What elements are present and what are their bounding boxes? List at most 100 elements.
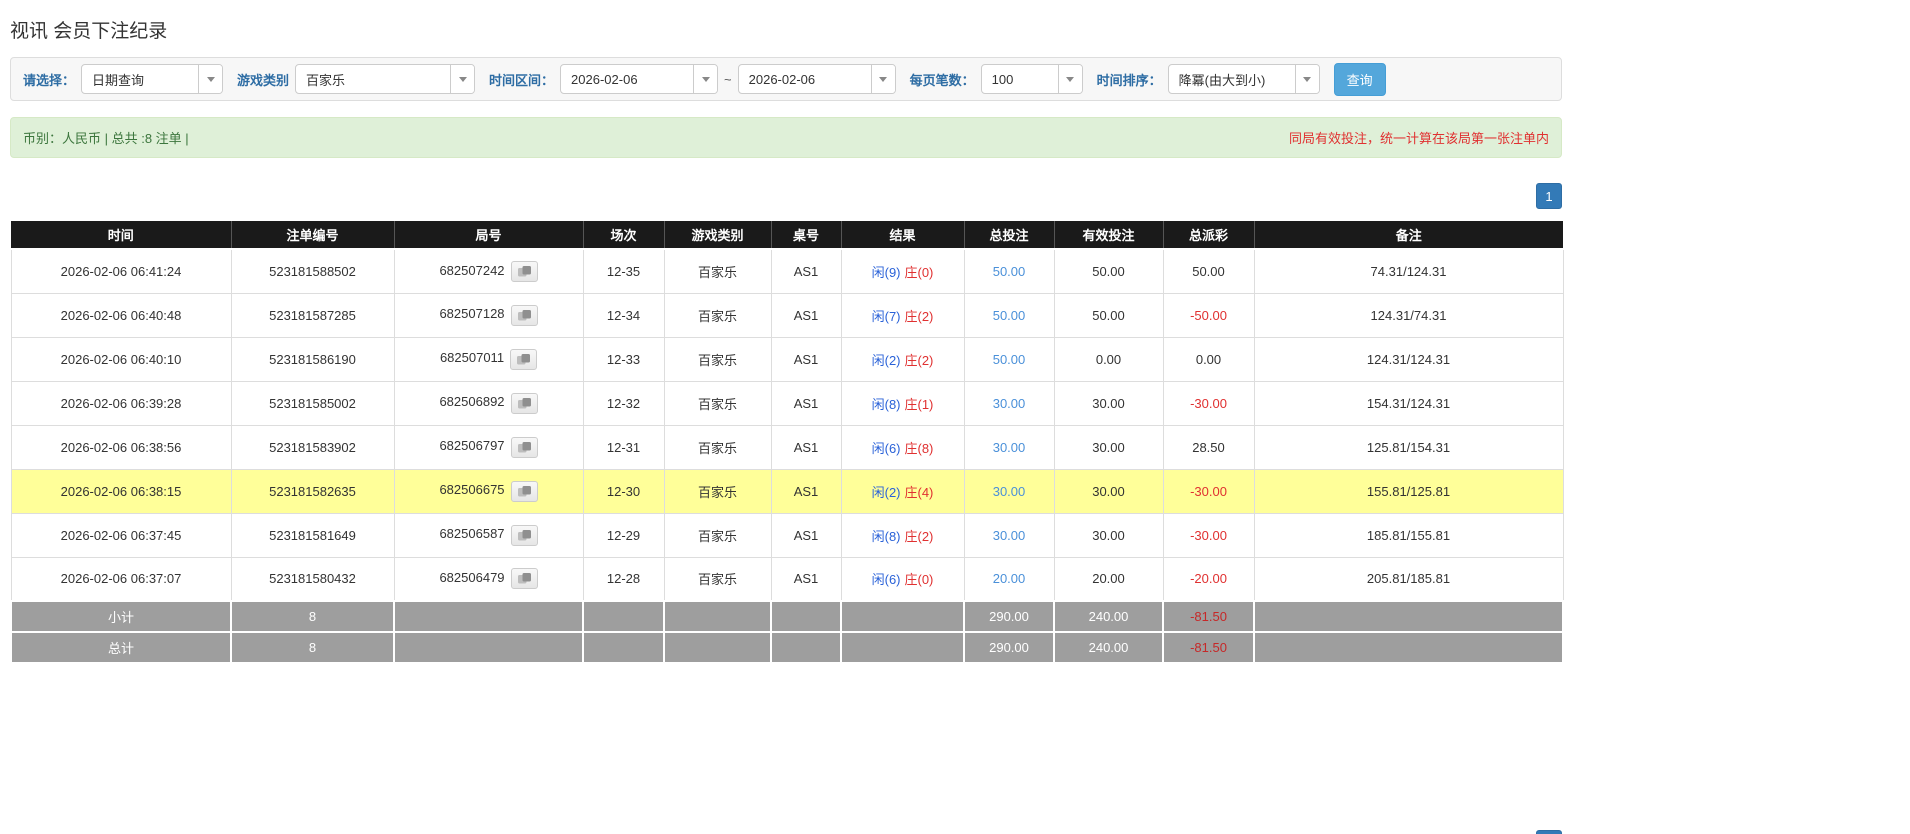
cell-valid-bet: 20.00 — [1053, 556, 1164, 602]
table-row: 2026-02-06 06:40:10 523181586190 6825070… — [10, 336, 1564, 382]
cell-payout: -30.00 — [1162, 512, 1255, 558]
view-cards-button[interactable] — [510, 304, 538, 326]
cell-session: 12-30 — [582, 468, 665, 514]
cell-game-type: 百家乐 — [663, 556, 772, 602]
cell-valid-bet: 0.00 — [1053, 336, 1164, 382]
total-empty — [582, 631, 665, 664]
page-title: 视讯 会员下注纪录 — [10, 21, 168, 42]
game-type-select[interactable]: 百家乐 — [295, 64, 476, 94]
round-id: 682506892 — [439, 394, 505, 410]
total-bet-link[interactable]: 30.00 — [993, 440, 1026, 455]
cell-valid-bet: 30.00 — [1053, 512, 1164, 558]
view-cards-button[interactable] — [510, 260, 538, 282]
table-body: 2026-02-06 06:41:24 523181588502 6825072… — [10, 248, 1564, 602]
page-size-label: 每页笔数： — [909, 72, 975, 88]
cell-valid-bet: 30.00 — [1053, 468, 1164, 514]
caret-down-icon[interactable] — [870, 65, 895, 93]
cell-time: 2026-02-06 06:41:24 — [10, 248, 232, 294]
cell-time: 2026-02-06 06:37:07 — [10, 556, 232, 602]
cell-total-bet: 30.00 — [963, 512, 1055, 558]
view-cards-button[interactable] — [510, 436, 538, 458]
result-player: 闲(7) — [871, 308, 901, 324]
table-header: 时间 注单编号 局号 场次 游戏类别 桌号 结果 总投注 有效投注 总派彩 备注 — [11, 221, 1563, 250]
view-cards-button[interactable] — [510, 568, 538, 590]
result-banker: 庄(2) — [904, 308, 934, 324]
cell-round: 682506479 — [393, 556, 584, 602]
cell-game-type: 百家乐 — [663, 512, 772, 558]
cards-icon — [517, 397, 531, 408]
cell-result: 闲(6) 庄(8) — [840, 424, 965, 470]
table-row: 2026-02-06 06:37:07 523181580432 6825064… — [10, 556, 1564, 602]
result-player: 闲(2) — [871, 484, 901, 500]
cell-round: 682507128 — [393, 292, 584, 338]
cell-round: 682507011 — [393, 336, 584, 382]
caret-down-icon[interactable] — [1294, 65, 1319, 93]
result-banker: 庄(1) — [904, 396, 934, 412]
round-id: 682507011 — [439, 350, 505, 366]
view-cards-button[interactable] — [510, 392, 538, 414]
page-1-button[interactable]: 1 — [1536, 830, 1562, 834]
cell-bet-id: 523181583902 — [230, 424, 395, 470]
date-to-value: 2026-02-06 — [748, 71, 816, 87]
header-result: 结果 — [841, 221, 965, 250]
cell-table: AS1 — [770, 248, 842, 294]
round-id: 682506479 — [439, 570, 505, 586]
total-bet-link[interactable]: 20.00 — [993, 571, 1026, 586]
total-payout: -81.50 — [1162, 631, 1255, 664]
table-row: 2026-02-06 06:41:24 523181588502 6825072… — [10, 248, 1564, 294]
table-footer: 小计 8 290.00 240.00 -81.50 总计 8 290.00 24… — [10, 600, 1564, 664]
caret-down-icon[interactable] — [450, 65, 475, 93]
page-1-button[interactable]: 1 — [1536, 183, 1562, 209]
cell-note: 185.81/155.81 — [1253, 512, 1564, 558]
cell-game-type: 百家乐 — [663, 292, 772, 338]
bet-records-table: 时间 注单编号 局号 场次 游戏类别 桌号 结果 总投注 有效投注 总派彩 备注… — [10, 221, 1564, 664]
date-from-select[interactable]: 2026-02-06 — [560, 64, 719, 94]
cards-icon — [517, 485, 531, 496]
cell-bet-id: 523181586190 — [230, 336, 395, 382]
caret-down-icon[interactable] — [693, 65, 718, 93]
result-player: 闲(6) — [871, 572, 901, 588]
subtotal-empty — [770, 600, 842, 633]
filter-bar: 请选择： 日期查询 游戏类别 百家乐 时间区间： 2026-02-06 ~ 20… — [10, 57, 1562, 101]
header-note: 备注 — [1254, 221, 1563, 250]
cell-total-bet: 50.00 — [963, 336, 1055, 382]
page-size-value: 100 — [991, 71, 1014, 87]
table-row: 2026-02-06 06:38:15 523181582635 6825066… — [10, 468, 1564, 514]
cell-payout: -20.00 — [1162, 556, 1255, 602]
total-bet-link[interactable]: 30.00 — [993, 484, 1026, 499]
total-bet-link[interactable]: 30.00 — [993, 396, 1026, 411]
cell-bet-id: 523181587285 — [230, 292, 395, 338]
result-banker: 庄(8) — [904, 440, 934, 456]
subtotal-note — [1253, 600, 1564, 633]
caret-down-icon[interactable] — [198, 65, 223, 93]
cell-game-type: 百家乐 — [663, 468, 772, 514]
view-cards-button[interactable] — [510, 524, 538, 546]
total-bet-link[interactable]: 30.00 — [993, 528, 1026, 543]
header-game-type: 游戏类别 — [664, 221, 772, 250]
result-banker: 庄(2) — [904, 528, 934, 544]
cell-table: AS1 — [770, 336, 842, 382]
search-button[interactable]: 查询 — [1333, 62, 1386, 96]
page-size-select[interactable]: 100 — [980, 64, 1083, 94]
cell-bet-id: 523181588502 — [230, 248, 395, 294]
view-cards-button[interactable] — [510, 480, 538, 502]
date-to-select[interactable]: 2026-02-06 — [737, 64, 896, 94]
view-cards-button[interactable] — [510, 348, 538, 370]
header-valid-bet: 有效投注 — [1054, 221, 1164, 250]
total-bet-link[interactable]: 50.00 — [993, 352, 1026, 367]
result-player: 闲(8) — [871, 396, 901, 412]
query-type-select[interactable]: 日期查询 — [81, 64, 224, 94]
total-bet-link[interactable]: 50.00 — [993, 308, 1026, 323]
page: 视讯 会员下注纪录 请选择： 日期查询 游戏类别 百家乐 时间区间： 2026-… — [10, 0, 1564, 834]
cell-total-bet: 50.00 — [963, 248, 1055, 294]
total-bet-link[interactable]: 50.00 — [993, 264, 1026, 279]
cell-time: 2026-02-06 06:38:56 — [10, 424, 232, 470]
result-player: 闲(8) — [871, 528, 901, 544]
sort-order-select[interactable]: 降冪(由大到小) — [1167, 64, 1320, 94]
subtotal-empty — [393, 600, 584, 633]
cell-round: 682506797 — [393, 424, 584, 470]
caret-down-icon[interactable] — [1057, 65, 1082, 93]
header-payout: 总派彩 — [1163, 221, 1255, 250]
total-row: 总计 8 290.00 240.00 -81.50 — [10, 631, 1564, 664]
cell-round: 682506675 — [393, 468, 584, 514]
